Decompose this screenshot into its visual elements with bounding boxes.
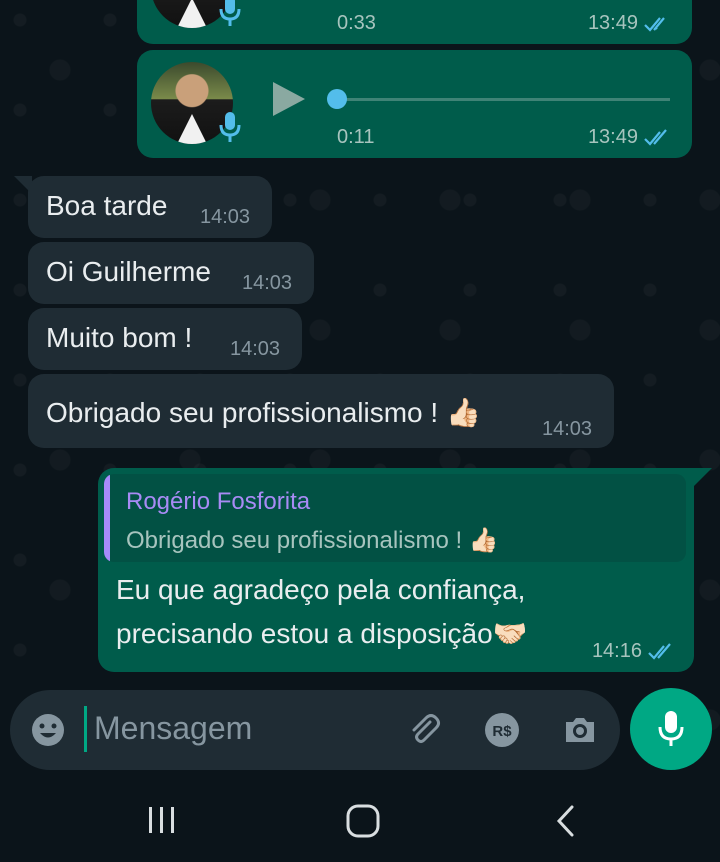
microphone-icon [219,0,241,26]
message-text: Obrigado seu profissionalismo ! 👍🏻 [46,397,481,428]
message-meta: 13:49 [588,126,672,149]
message-time: 14:16 [591,640,642,662]
message-text: Muito bom ! [46,322,193,353]
camera-icon[interactable] [562,712,598,748]
bubble-tail [694,468,712,486]
quoted-author: Rogério Fosforita [126,488,311,515]
message-time: 14:03 [542,418,593,440]
text-caret [84,706,87,752]
message-line: Eu que agradeço pela confiança, [116,574,526,605]
message-text: Eu que agradeço pela confiança, precisan… [116,568,596,656]
play-icon[interactable] [273,82,305,116]
home-icon[interactable] [346,804,380,838]
voice-duration: 0:11 [337,126,375,148]
microphone-icon [219,112,241,142]
back-icon[interactable] [554,804,578,838]
message-time: 14:03 [230,338,281,360]
incoming-message[interactable]: Muito bom ! 14:03 [28,308,302,370]
message-meta: 14:16 [592,640,676,663]
quoted-message[interactable]: Rogério Fosforita Obrigado seu profissio… [104,474,686,562]
quote-bar [104,474,110,562]
voice-duration: 0:33 [337,12,376,34]
voice-message[interactable]: 0:33 13:49 [137,0,692,44]
recent-apps-icon[interactable] [146,804,178,836]
incoming-message[interactable]: Oi Guilherme 14:03 [28,242,314,304]
message-composer[interactable]: Mensagem R$ [10,690,620,770]
message-input[interactable]: Mensagem [94,710,252,747]
voice-message[interactable]: 0:11 13:49 [137,50,692,158]
chat-background: 0:33 13:49 0:11 13:49 Boa tarde 14:03 Oi… [0,0,720,780]
incoming-message[interactable]: Obrigado seu profissionalismo ! 👍🏻 14:03 [28,374,614,448]
currency-icon[interactable]: R$ [484,712,520,748]
message-meta: 13:49 [588,12,672,35]
microphone-icon [658,711,684,746]
voice-progress-track[interactable] [337,98,670,101]
outgoing-reply-message[interactable]: Rogério Fosforita Obrigado seu profissio… [98,468,694,672]
voice-progress-knob[interactable] [327,89,347,109]
message-time: 14:03 [200,206,251,228]
voice-record-button[interactable] [630,688,712,770]
message-text: Boa tarde [46,190,168,221]
quoted-text: Obrigado seu profissionalismo ! 👍🏻 [126,527,499,554]
read-ticks-icon [644,16,665,32]
system-navigation-bar [0,780,720,862]
message-text: Oi Guilherme [46,256,211,287]
incoming-message[interactable]: Boa tarde 14:03 [28,176,272,238]
message-time: 14:03 [242,272,293,294]
message-line: precisando estou a disposição🤝🏻 [116,618,528,649]
message-time: 13:49 [587,126,638,148]
message-time: 13:49 [587,12,638,34]
svg-text:R$: R$ [492,723,512,740]
paperclip-icon[interactable] [406,712,442,748]
read-ticks-icon [648,642,671,660]
read-ticks-icon [644,128,667,146]
emoji-icon[interactable] [30,712,66,748]
